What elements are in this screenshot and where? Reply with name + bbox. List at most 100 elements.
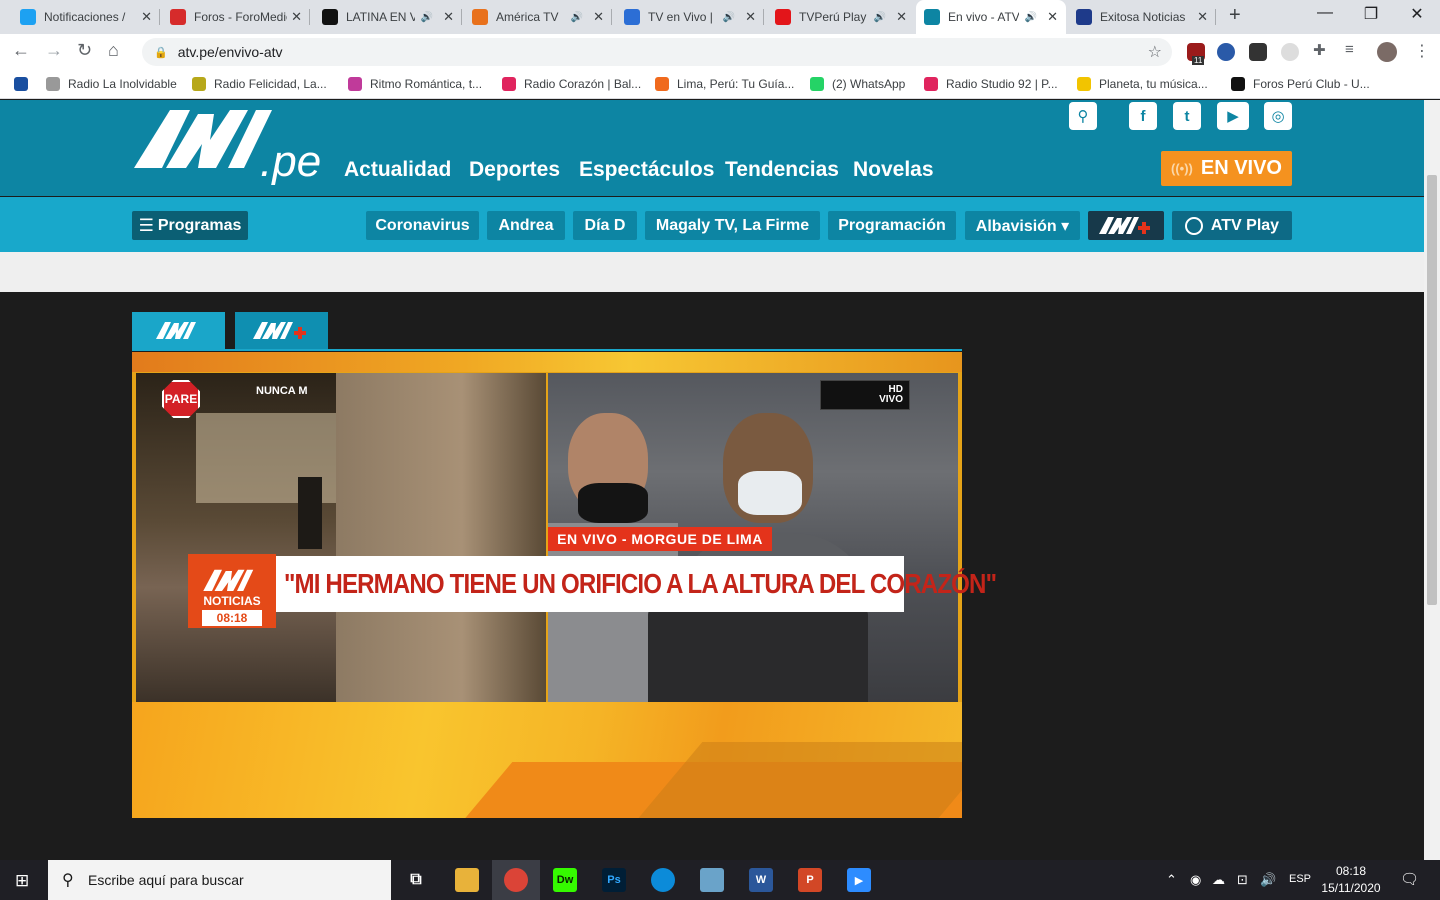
sub-nav-andrea[interactable]: Andrea bbox=[487, 211, 565, 240]
dreamweaver-icon[interactable]: Dw bbox=[553, 868, 577, 892]
browser-tab[interactable]: Foros - ForoMedios ✕ bbox=[162, 0, 310, 34]
language-indicator[interactable]: ESP bbox=[1289, 873, 1311, 885]
tab-close-icon[interactable]: ✕ bbox=[896, 9, 907, 25]
scrollbar-thumb[interactable] bbox=[1427, 175, 1437, 605]
tab-audio-icon[interactable]: 🔊 bbox=[571, 12, 583, 23]
sub-nav-coronavirus[interactable]: Coronavirus bbox=[366, 211, 479, 240]
system-clock[interactable]: 08:18 15/11/2020 bbox=[1318, 863, 1384, 897]
tab-audio-icon[interactable]: 🔊 bbox=[421, 12, 433, 23]
stop-sign: PARE bbox=[162, 380, 200, 418]
menu-kebab-icon[interactable]: ⋮ bbox=[1414, 41, 1430, 61]
nav-tendencias[interactable]: Tendencias bbox=[725, 158, 839, 182]
forward-icon[interactable]: → bbox=[45, 40, 63, 61]
profile-avatar[interactable] bbox=[1377, 42, 1397, 62]
minimize-button[interactable]: — bbox=[1302, 4, 1348, 22]
noticias-label: NOTICIAS bbox=[203, 594, 261, 608]
programas-button[interactable]: ☰ Programas bbox=[132, 211, 248, 240]
bookmark-item[interactable]: Planeta, tu música... bbox=[1077, 77, 1208, 91]
bookmark-item[interactable]: Foros Perú Club - U... bbox=[1231, 77, 1370, 91]
tab-close-icon[interactable]: ✕ bbox=[745, 9, 756, 25]
new-tab-button[interactable]: + bbox=[1229, 4, 1241, 27]
media-control-icon[interactable]: ≡ bbox=[1345, 41, 1354, 58]
nav-novelas[interactable]: Novelas bbox=[853, 158, 934, 182]
lock-icon[interactable]: 🔒 bbox=[154, 46, 168, 59]
tab-close-icon[interactable]: ✕ bbox=[443, 9, 454, 25]
extension-speed-icon[interactable] bbox=[1281, 43, 1299, 61]
twitter-icon[interactable]: t bbox=[1173, 102, 1201, 130]
sub-nav-magaly[interactable]: Magaly TV, La Firme bbox=[645, 211, 820, 240]
address-bar[interactable]: 🔒 atv.pe/envivo-atv ☆ bbox=[142, 38, 1172, 66]
instagram-icon[interactable]: ◎ bbox=[1264, 102, 1292, 130]
bookmark-item[interactable]: Radio Felicidad, La... bbox=[192, 77, 327, 91]
back-icon[interactable]: ← bbox=[12, 40, 30, 61]
tab-audio-icon[interactable]: 🔊 bbox=[723, 12, 735, 23]
channel-tab-underline bbox=[132, 349, 962, 351]
sub-nav-albavision[interactable]: Albavisión ▾ bbox=[965, 211, 1080, 240]
search-icon[interactable]: ⚲ bbox=[1069, 102, 1097, 130]
bookmark-item[interactable]: Ritmo Romántica, t... bbox=[348, 77, 482, 91]
atv-play-button[interactable]: ATV Play bbox=[1172, 211, 1292, 240]
tab-separator bbox=[763, 9, 764, 25]
taskbar-search[interactable]: ⚲ Escribe aquí para buscar bbox=[48, 860, 391, 900]
extension-globe-icon[interactable] bbox=[1217, 43, 1235, 61]
windows-start-icon[interactable]: ⊞ bbox=[15, 871, 29, 891]
browser-tab[interactable]: TVPerú Play | TV 🔊 ✕ bbox=[767, 0, 915, 34]
network-icon[interactable]: ⊡ bbox=[1237, 872, 1248, 888]
chrome-icon[interactable] bbox=[504, 868, 528, 892]
channel-tab-atv-plus[interactable] bbox=[235, 312, 328, 350]
photoshop-icon[interactable]: Ps bbox=[602, 868, 626, 892]
reload-icon[interactable]: ↻ bbox=[77, 40, 92, 61]
extensions-puzzle-icon[interactable]: ✚ bbox=[1313, 41, 1326, 59]
bookmark-item[interactable]: Lima, Perú: Tu Guía... bbox=[655, 77, 794, 91]
browser-tab[interactable]: Notificaciones / ✕ bbox=[12, 0, 160, 34]
tab-close-icon[interactable]: ✕ bbox=[141, 9, 152, 25]
tab-close-icon[interactable]: ✕ bbox=[291, 9, 302, 25]
browser-tab[interactable]: LATINA EN VIVO 🔊 ✕ bbox=[314, 0, 462, 34]
notes-app-icon[interactable] bbox=[700, 868, 724, 892]
task-view-icon[interactable]: ⧉ bbox=[404, 868, 428, 892]
notifications-icon[interactable]: 🗨 bbox=[1400, 870, 1419, 888]
atv-pe-logo[interactable]: .pe bbox=[132, 106, 327, 186]
onedrive-icon[interactable]: ☁ bbox=[1212, 872, 1225, 888]
sub-nav-programacion[interactable]: Programación bbox=[828, 211, 956, 240]
extension-mask-icon[interactable] bbox=[1249, 43, 1267, 61]
building-wall bbox=[336, 373, 546, 703]
nav-actualidad[interactable]: Actualidad bbox=[344, 158, 451, 182]
show-hidden-icons[interactable]: ⌃ bbox=[1166, 872, 1177, 888]
word-icon[interactable]: W bbox=[749, 868, 773, 892]
home-icon[interactable]: ⌂ bbox=[108, 40, 119, 61]
bookmark-item[interactable]: Radio Studio 92 | P... bbox=[924, 77, 1058, 91]
bookmark-item[interactable]: Radio La Inolvidable bbox=[46, 77, 177, 91]
browser-tab[interactable]: En vivo - ATV 🔊 ✕ bbox=[916, 0, 1066, 34]
browser-tab[interactable]: América TV 🔊 ✕ bbox=[464, 0, 612, 34]
meet-now-icon[interactable]: ◉ bbox=[1190, 872, 1201, 888]
clock-date: 15/11/2020 bbox=[1321, 881, 1381, 895]
edge-icon[interactable] bbox=[651, 868, 675, 892]
restore-button[interactable]: ❐ bbox=[1348, 4, 1394, 24]
tab-close-icon[interactable]: ✕ bbox=[593, 9, 604, 25]
tab-close-icon[interactable]: ✕ bbox=[1197, 9, 1208, 25]
bookmark-star-icon[interactable]: ☆ bbox=[1148, 42, 1162, 62]
bookmark-item[interactable]: Radio Corazón | Bal... bbox=[502, 77, 641, 91]
tab-audio-icon[interactable]: 🔊 bbox=[874, 12, 886, 23]
facebook-icon[interactable]: f bbox=[1129, 102, 1157, 130]
tab-audio-icon[interactable]: 🔊 bbox=[1025, 12, 1037, 23]
sub-nav-dia-d[interactable]: Día D bbox=[573, 211, 637, 240]
zoom-icon[interactable]: ▶ bbox=[847, 868, 871, 892]
volume-icon[interactable]: 🔊 bbox=[1260, 872, 1276, 888]
close-window-button[interactable]: ✕ bbox=[1394, 4, 1440, 24]
browser-tab[interactable]: Exitosa Noticias ✕ bbox=[1068, 0, 1216, 34]
channel-tab-atv[interactable] bbox=[132, 312, 225, 350]
atv-plus-button[interactable] bbox=[1088, 211, 1164, 240]
powerpoint-icon[interactable]: P bbox=[798, 868, 822, 892]
tab-close-icon[interactable]: ✕ bbox=[1047, 9, 1058, 25]
file-explorer-icon[interactable] bbox=[455, 868, 479, 892]
bookmark-item[interactable]: (2) WhatsApp bbox=[810, 77, 905, 91]
nav-espectaculos[interactable]: Espectáculos bbox=[579, 158, 714, 182]
nav-deportes[interactable]: Deportes bbox=[469, 158, 560, 182]
en-vivo-button[interactable]: ((•)) EN VIVO bbox=[1161, 151, 1292, 186]
clock-time: 08:18 bbox=[1335, 864, 1367, 878]
bookmark-item[interactable] bbox=[14, 77, 36, 91]
browser-tab[interactable]: TV en Vivo | 🔊 ✕ bbox=[616, 0, 764, 34]
youtube-icon[interactable]: ▶ bbox=[1217, 102, 1249, 130]
